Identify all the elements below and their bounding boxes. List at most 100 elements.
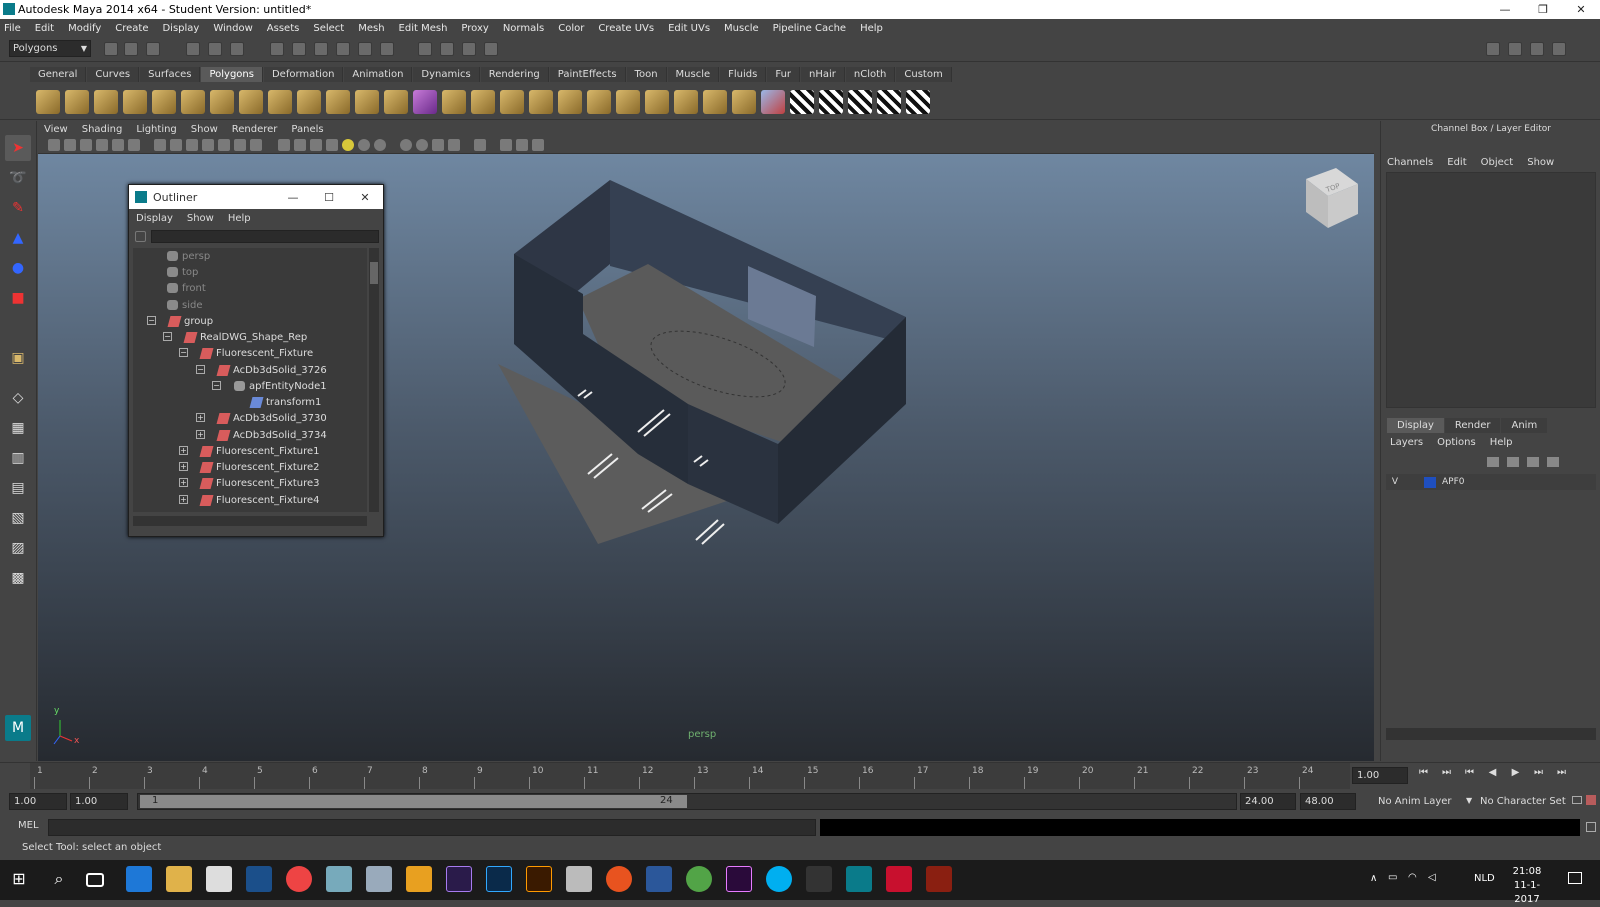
tree-row-transform[interactable]: transform1 <box>249 394 321 410</box>
illustrator-icon[interactable] <box>526 866 552 892</box>
menu-proxy[interactable]: Proxy <box>461 23 488 34</box>
menu-color[interactable]: Color <box>558 23 584 34</box>
tree-row-fixture2[interactable]: + Fluorescent_Fixture2 <box>179 459 320 475</box>
viewport-menu-lighting[interactable]: Lighting <box>136 124 176 135</box>
expand-toggle[interactable]: + <box>179 495 188 504</box>
channel-box-menu-show[interactable]: Show <box>1527 157 1554 168</box>
poly-poke-icon[interactable] <box>674 90 698 114</box>
snap-plane-icon[interactable] <box>336 42 350 56</box>
step-back-frame-button[interactable]: ⏮ <box>1458 767 1481 778</box>
poly-bevel-icon[interactable] <box>587 90 611 114</box>
menu-edit-uvs[interactable]: Edit UVs <box>668 23 710 34</box>
select-component-icon[interactable] <box>230 42 244 56</box>
autocad-icon[interactable] <box>886 866 912 892</box>
tree-row-acdb-3730[interactable]: + AcDb3dSolid_3730 <box>196 410 327 426</box>
poly-separate-icon[interactable] <box>326 90 350 114</box>
paint-select-tool-icon[interactable]: ✎ <box>5 195 31 221</box>
shelf-tab-muscle[interactable]: Muscle <box>667 67 720 82</box>
shelf-tab-dynamics[interactable]: Dynamics <box>413 67 480 82</box>
outliner-close-button[interactable]: ✕ <box>347 185 383 209</box>
collapse-toggle[interactable]: − <box>212 381 221 390</box>
snap-point-icon[interactable] <box>314 42 328 56</box>
menu-select[interactable]: Select <box>313 23 344 34</box>
tree-row-fixture1[interactable]: + Fluorescent_Fixture1 <box>179 443 320 459</box>
collapse-toggle[interactable]: − <box>163 332 172 341</box>
use-all-lights-icon[interactable] <box>342 139 354 151</box>
go-to-end-button[interactable]: ⏭ <box>1550 767 1573 778</box>
save-scene-icon[interactable] <box>146 42 160 56</box>
graph-editor-layout-icon[interactable]: ▩ <box>5 565 31 591</box>
outliner-tree[interactable]: persp top front side − group − RealDWG_Sha… <box>133 248 367 512</box>
playback-end-field[interactable]: 24.00 <box>1240 793 1296 810</box>
layer-editor-scrollbar[interactable] <box>1386 728 1596 740</box>
tree-row-realdwg[interactable]: − RealDWG_Shape_Rep <box>163 329 307 345</box>
select-hierarchy-icon[interactable] <box>186 42 200 56</box>
playback-start-field[interactable]: 1.00 <box>70 793 128 810</box>
outliner-menu-show[interactable]: Show <box>187 213 214 224</box>
skype-icon[interactable] <box>766 866 792 892</box>
maya-icon[interactable] <box>846 866 872 892</box>
auto-key-icon[interactable] <box>1572 796 1582 804</box>
make-live-icon[interactable] <box>358 42 372 56</box>
layer-tab-anim[interactable]: Anim <box>1501 418 1548 433</box>
tree-row-top[interactable]: top <box>167 264 198 280</box>
menu-assets[interactable]: Assets <box>267 23 300 34</box>
poly-combine-icon[interactable] <box>297 90 321 114</box>
channel-box-menu-edit[interactable]: Edit <box>1447 157 1466 168</box>
range-slider-handle[interactable] <box>140 795 687 808</box>
smooth-shade-icon[interactable] <box>294 139 306 151</box>
safe-title-icon[interactable] <box>250 139 262 151</box>
play-forwards-button[interactable]: ▶ <box>1504 767 1527 778</box>
shelf-tab-surfaces[interactable]: Surfaces <box>140 67 201 82</box>
snap-curve-icon[interactable] <box>292 42 306 56</box>
poly-boolean-icon[interactable] <box>413 90 437 114</box>
channel-box-menu-channels[interactable]: Channels <box>1387 157 1433 168</box>
render-settings-icon[interactable] <box>484 42 498 56</box>
poly-wedge-icon[interactable] <box>645 90 669 114</box>
script-editor-icon[interactable] <box>1586 822 1596 832</box>
select-camera-icon[interactable] <box>48 139 60 151</box>
layer-color-swatch[interactable] <box>1424 476 1436 488</box>
shelf-tab-animation[interactable]: Animation <box>344 67 413 82</box>
gate-mask-icon[interactable] <box>202 139 214 151</box>
layer-visibility-toggle[interactable]: V <box>1386 477 1404 487</box>
poly-cone-icon[interactable] <box>123 90 147 114</box>
move-tool-icon[interactable]: ▲ <box>5 225 31 251</box>
field-chart-icon[interactable] <box>218 139 230 151</box>
menu-display[interactable]: Display <box>162 23 199 34</box>
time-slider-track[interactable]: 1 2 3 4 5 6 7 8 9 10 11 12 13 14 15 16 17 18 19 20 21 22 23 24 <box>30 763 1350 789</box>
poly-split-icon[interactable] <box>529 90 553 114</box>
utorrent-icon[interactable] <box>686 866 712 892</box>
viewport-menu-renderer[interactable]: Renderer <box>232 124 278 135</box>
wireframe-on-shaded-icon[interactable] <box>310 139 322 151</box>
outliner-menu-help[interactable]: Help <box>228 213 251 224</box>
safe-action-icon[interactable] <box>234 139 246 151</box>
persp-outliner-layout-icon[interactable]: ▥ <box>5 445 31 471</box>
shelf-tab-fur[interactable]: Fur <box>767 67 801 82</box>
input-language[interactable]: NLD <box>1474 873 1495 884</box>
move-layer-down-icon[interactable] <box>1507 457 1519 467</box>
step-forward-key-button[interactable]: ⏭ <box>1527 767 1550 778</box>
maya-bonus-icon[interactable]: M <box>5 715 31 741</box>
tree-row-group[interactable]: − group <box>147 313 213 329</box>
shelf-tab-deformation[interactable]: Deformation <box>263 67 344 82</box>
poly-projection-icon[interactable] <box>761 90 785 114</box>
history-icon[interactable] <box>380 42 394 56</box>
shelf-tab-custom[interactable]: Custom <box>896 67 952 82</box>
tree-row-acdb-3734[interactable]: + AcDb3dSolid_3734 <box>196 427 327 443</box>
step-back-key-button[interactable]: ⏭ <box>1435 767 1458 778</box>
uv-automatic-icon[interactable] <box>877 90 901 114</box>
uv-spherical-icon[interactable] <box>848 90 872 114</box>
filter-icon[interactable] <box>135 231 146 242</box>
app-icon[interactable] <box>566 866 592 892</box>
last-tool-icon[interactable]: ▣ <box>5 345 31 371</box>
shelf-tab-polygons[interactable]: Polygons <box>201 67 263 82</box>
shadows-icon[interactable] <box>358 139 370 151</box>
poly-pyramid-icon[interactable] <box>210 90 234 114</box>
rotate-tool-icon[interactable]: ● <box>5 255 31 281</box>
create-layer-from-selected-icon[interactable] <box>1547 457 1559 467</box>
layer-tab-render[interactable]: Render <box>1444 418 1501 433</box>
view-cube[interactable] <box>1306 168 1358 228</box>
minimize-button[interactable]: — <box>1486 0 1524 19</box>
motion-blur-icon[interactable] <box>400 139 412 151</box>
